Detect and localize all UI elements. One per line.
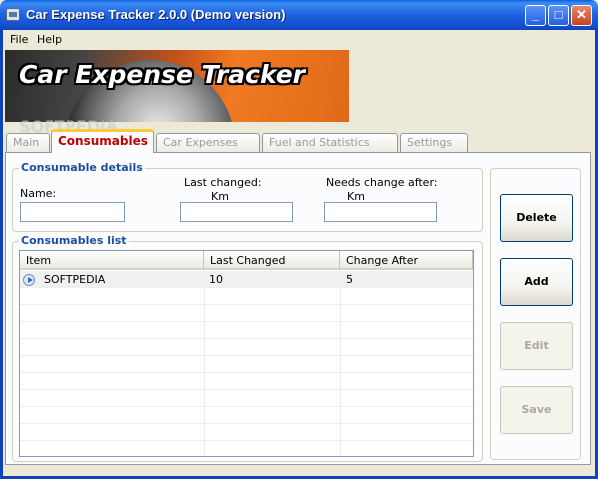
title-bar: Car Expense Tracker 2.0.0 (Demo version)…: [0, 0, 598, 30]
banner-logo-text: Car Expense Tracker: [19, 60, 305, 89]
listview-header: Item Last Changed Change After: [20, 251, 473, 270]
name-label: Name:: [20, 187, 57, 200]
play-icon: [23, 274, 35, 286]
consumables-list-title: Consumables list: [19, 234, 129, 247]
tab-fuel-statistics[interactable]: Fuel and Statistics: [262, 133, 398, 152]
empty-row: [20, 356, 473, 373]
delete-button[interactable]: Delete: [500, 194, 573, 242]
table-row[interactable]: SOFTPEDIA 10 5: [20, 271, 473, 288]
tab-settings[interactable]: Settings: [400, 133, 468, 152]
tab-consumables[interactable]: Consumables: [51, 129, 154, 153]
cell-item: SOFTPEDIA: [44, 273, 106, 286]
add-button[interactable]: Add: [500, 258, 573, 306]
window-title: Car Expense Tracker 2.0.0 (Demo version): [26, 7, 286, 22]
needs-change-input[interactable]: [324, 202, 437, 222]
maximize-button[interactable]: □: [548, 5, 569, 26]
last-changed-label: Last changed:: [184, 176, 262, 189]
empty-row: [20, 441, 473, 456]
column-header-change-after[interactable]: Change After: [340, 251, 473, 270]
empty-row: [20, 424, 473, 441]
minimize-button[interactable]: _: [525, 5, 546, 26]
empty-row: [20, 339, 473, 356]
empty-row: [20, 305, 473, 322]
menu-bar: File Help: [3, 30, 595, 48]
window-border-left: [0, 30, 3, 479]
cell-last-changed: 10: [209, 273, 223, 286]
empty-row: [20, 407, 473, 424]
consumable-details-title: Consumable details: [19, 161, 145, 174]
column-header-item[interactable]: Item: [20, 251, 204, 270]
tab-main[interactable]: Main: [6, 133, 50, 152]
tab-car-expenses[interactable]: Car Expenses: [156, 133, 260, 152]
menu-file[interactable]: File: [10, 33, 28, 46]
last-changed-input[interactable]: [180, 202, 293, 222]
close-button[interactable]: ✕: [571, 5, 592, 26]
app-icon[interactable]: [6, 8, 20, 21]
name-input[interactable]: [20, 202, 125, 222]
cell-change-after: 5: [346, 273, 353, 286]
edit-button[interactable]: Edit: [500, 322, 573, 370]
empty-row: [20, 373, 473, 390]
save-button[interactable]: Save: [500, 386, 573, 434]
consumables-listview[interactable]: Item Last Changed Change After SOFTPEDIA…: [19, 250, 474, 457]
needs-change-label: Needs change after:: [326, 176, 438, 189]
app-banner: Car Expense Tracker: [5, 50, 349, 122]
column-header-last-changed[interactable]: Last Changed: [204, 251, 340, 270]
menu-help[interactable]: Help: [37, 33, 62, 46]
empty-row: [20, 390, 473, 407]
empty-row: [20, 288, 473, 305]
empty-row: [20, 322, 473, 339]
